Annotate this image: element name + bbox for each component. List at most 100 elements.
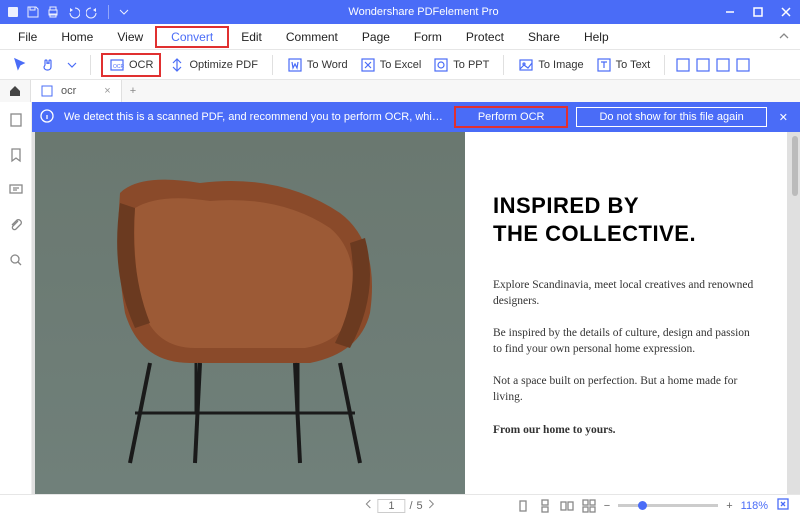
to-image-button[interactable]: To Image	[514, 55, 587, 75]
to-excel-button[interactable]: To Excel	[356, 55, 426, 75]
document-tab[interactable]: ocr ×	[30, 80, 122, 102]
to-text-label: To Text	[616, 59, 651, 71]
tab-label: ocr	[61, 85, 76, 97]
undo-icon[interactable]	[66, 5, 80, 19]
ppt-icon	[433, 57, 449, 73]
convert-misc4-icon[interactable]	[735, 57, 751, 73]
menu-protect[interactable]: Protect	[454, 26, 516, 48]
menu-help[interactable]: Help	[572, 26, 621, 48]
app-title: Wondershare PDFelement Pro	[131, 6, 716, 18]
zoom-slider[interactable]	[618, 504, 718, 507]
cursor-icon	[12, 57, 28, 73]
to-text-button[interactable]: To Text	[592, 55, 655, 75]
status-bar: 1 / 5 − + 118%	[0, 494, 800, 516]
zoom-in-icon[interactable]: +	[726, 500, 732, 512]
search-icon[interactable]	[8, 252, 24, 273]
add-tab-button[interactable]: +	[122, 85, 144, 97]
page-text-area: INSPIRED BYTHE COLLECTIVE. Explore Scand…	[465, 132, 787, 494]
single-page-view-icon[interactable]	[516, 499, 530, 513]
page-separator: /	[409, 500, 412, 512]
to-word-button[interactable]: To Word	[283, 55, 352, 75]
to-excel-label: To Excel	[380, 59, 422, 71]
doc-paragraph: Be inspired by the details of culture, d…	[493, 325, 759, 357]
separator	[664, 55, 665, 75]
hand-tool[interactable]	[36, 55, 60, 75]
notification-text: We detect this is a scanned PDF, and rec…	[64, 111, 446, 123]
bookmarks-icon[interactable]	[8, 147, 24, 168]
ocr-button[interactable]: OCR OCR	[101, 53, 161, 77]
close-tab-icon[interactable]: ×	[104, 85, 110, 97]
menu-bar: File Home View Convert Edit Comment Page…	[0, 24, 800, 50]
chevron-down-icon[interactable]	[117, 5, 131, 19]
two-page-view-icon[interactable]	[560, 499, 574, 513]
menu-convert[interactable]: Convert	[155, 26, 229, 48]
pdf-file-icon	[41, 85, 53, 97]
document-view[interactable]: INSPIRED BYTHE COLLECTIVE. Explore Scand…	[32, 132, 800, 494]
scrollbar-thumb[interactable]	[792, 136, 798, 196]
menu-file[interactable]: File	[6, 26, 49, 48]
divider	[108, 5, 109, 19]
convert-misc3-icon[interactable]	[715, 57, 731, 73]
excel-icon	[360, 57, 376, 73]
chevron-down-icon[interactable]	[64, 57, 80, 73]
collapse-ribbon-icon[interactable]	[778, 30, 790, 45]
separator	[90, 55, 91, 75]
perform-ocr-button[interactable]: Perform OCR	[454, 106, 569, 128]
continuous-view-icon[interactable]	[538, 499, 552, 513]
app-logo-icon	[6, 5, 20, 19]
page-navigator: 1 / 5	[363, 499, 436, 513]
view-controls: − + 118%	[516, 497, 790, 514]
attachments-icon[interactable]	[8, 217, 24, 238]
dismiss-ocr-button[interactable]: Do not show for this file again	[576, 107, 766, 127]
hand-icon	[40, 57, 56, 73]
menu-form[interactable]: Form	[402, 26, 454, 48]
select-tool[interactable]	[8, 55, 32, 75]
to-ppt-label: To PPT	[453, 59, 489, 71]
home-tab[interactable]	[0, 84, 30, 98]
zoom-level[interactable]: 118%	[741, 500, 768, 512]
zoom-out-icon[interactable]: −	[604, 500, 610, 512]
to-image-label: To Image	[538, 59, 583, 71]
thumbnails-icon[interactable]	[8, 112, 24, 133]
save-icon[interactable]	[26, 5, 40, 19]
doc-title: INSPIRED BYTHE COLLECTIVE.	[493, 192, 759, 247]
separator	[272, 55, 273, 75]
convert-misc2-icon[interactable]	[695, 57, 711, 73]
chair-illustration	[80, 153, 420, 473]
page-image-area	[35, 132, 465, 494]
prev-page-icon[interactable]	[363, 499, 373, 512]
menu-share[interactable]: Share	[516, 26, 572, 48]
redo-icon[interactable]	[86, 5, 100, 19]
zoom-slider-thumb[interactable]	[638, 501, 647, 510]
ocr-notification-bar: We detect this is a scanned PDF, and rec…	[32, 102, 800, 132]
two-page-cont-icon[interactable]	[582, 499, 596, 513]
optimize-label: Optimize PDF	[189, 59, 257, 71]
optimize-icon	[169, 57, 185, 73]
convert-misc1-icon[interactable]	[675, 57, 691, 73]
maximize-button[interactable]	[744, 0, 772, 24]
to-ppt-button[interactable]: To PPT	[429, 55, 493, 75]
ocr-label: OCR	[129, 59, 153, 71]
separator	[503, 55, 504, 75]
doc-paragraph: Not a space built on perfection. But a h…	[493, 373, 759, 405]
menu-comment[interactable]: Comment	[274, 26, 350, 48]
menu-home[interactable]: Home	[49, 26, 105, 48]
next-page-icon[interactable]	[427, 499, 437, 512]
close-notification-icon[interactable]: ✕	[775, 111, 792, 124]
text-icon	[596, 57, 612, 73]
title-bar: Wondershare PDFelement Pro	[0, 0, 800, 24]
close-button[interactable]	[772, 0, 800, 24]
minimize-button[interactable]	[716, 0, 744, 24]
pdf-page: INSPIRED BYTHE COLLECTIVE. Explore Scand…	[35, 132, 787, 494]
fit-page-icon[interactable]	[776, 497, 790, 514]
total-pages: 5	[417, 500, 423, 512]
current-page-input[interactable]: 1	[377, 499, 405, 513]
menu-edit[interactable]: Edit	[229, 26, 274, 48]
left-rail	[0, 102, 32, 494]
menu-page[interactable]: Page	[350, 26, 402, 48]
comments-icon[interactable]	[8, 182, 24, 203]
print-icon[interactable]	[46, 5, 60, 19]
optimize-pdf-button[interactable]: Optimize PDF	[165, 55, 261, 75]
menu-view[interactable]: View	[105, 26, 155, 48]
quick-access-toolbar	[0, 5, 131, 19]
